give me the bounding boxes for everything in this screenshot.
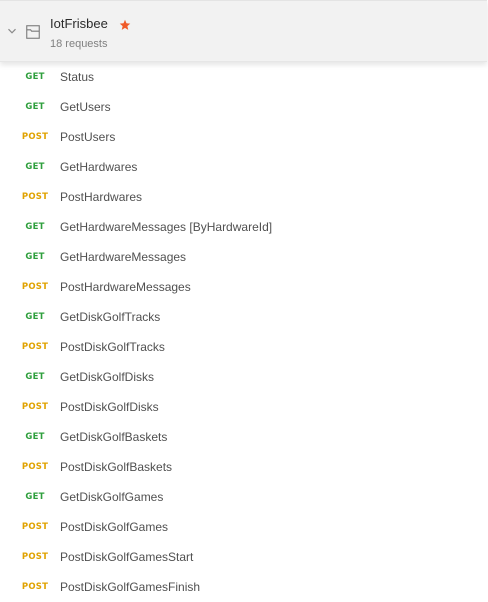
request-item[interactable]: GET GetUsers xyxy=(0,92,487,122)
request-name: GetHardwareMessages [ByHardwareId] xyxy=(60,220,273,234)
request-item[interactable]: GET Status xyxy=(0,62,487,92)
collection-header[interactable]: IotFrisbee 18 requests xyxy=(0,0,487,62)
request-item[interactable]: GET GetDiskGolfGames xyxy=(0,482,487,512)
request-item[interactable]: POST PostDiskGolfBaskets xyxy=(0,452,487,482)
request-item[interactable]: GET GetDiskGolfBaskets xyxy=(0,422,487,452)
request-name: GetDiskGolfGames xyxy=(60,490,164,504)
request-item[interactable]: GET GetHardwareMessages xyxy=(0,242,487,272)
collection-name[interactable]: IotFrisbee xyxy=(50,16,108,32)
star-icon[interactable] xyxy=(119,18,131,30)
request-item[interactable]: GET GetDiskGolfDisks xyxy=(0,362,487,392)
request-name: PostHardwareMessages xyxy=(60,280,191,294)
request-item[interactable]: POST PostUsers xyxy=(0,122,487,152)
request-item[interactable]: GET GetHardwareMessages [ByHardwareId] xyxy=(0,212,487,242)
collection-folder-icon xyxy=(26,25,40,39)
request-item[interactable]: GET GetDiskGolfTracks xyxy=(0,302,487,332)
request-name: GetHardwares xyxy=(60,160,138,174)
request-item[interactable]: POST PostDiskGolfGamesFinish xyxy=(0,572,487,602)
request-item[interactable]: POST PostDiskGolfTracks xyxy=(0,332,487,362)
request-count: 18 requests xyxy=(50,38,108,50)
request-item[interactable]: GET GetHardwares xyxy=(0,152,487,182)
request-name: GetUsers xyxy=(60,100,111,114)
request-name: PostHardwares xyxy=(60,190,143,204)
request-name: PostDiskGolfDisks xyxy=(60,400,159,414)
request-name: PostDiskGolfGamesFinish xyxy=(60,580,201,594)
request-name: PostDiskGolfBaskets xyxy=(60,460,173,474)
request-item[interactable]: POST PostHardwareMessages xyxy=(0,272,487,302)
request-name: PostDiskGolfGamesStart xyxy=(60,550,194,564)
request-name: GetDiskGolfBaskets xyxy=(60,430,168,444)
chevron-down-icon[interactable] xyxy=(6,25,18,37)
request-item[interactable]: POST PostDiskGolfDisks xyxy=(0,392,487,422)
request-item[interactable]: POST PostDiskGolfGames xyxy=(0,512,487,542)
request-item[interactable]: POST PostHardwares xyxy=(0,182,487,212)
request-name: GetHardwareMessages xyxy=(60,250,187,264)
request-name: PostUsers xyxy=(60,130,116,144)
request-item[interactable]: POST PostDiskGolfGamesStart xyxy=(0,542,487,572)
request-name: PostDiskGolfGames xyxy=(60,520,169,534)
request-name: GetDiskGolfTracks xyxy=(60,310,161,324)
request-name: Status xyxy=(60,70,95,84)
request-name: GetDiskGolfDisks xyxy=(60,370,155,384)
request-name: PostDiskGolfTracks xyxy=(60,340,165,354)
request-list: GET Status GET GetUsers POST PostUsers G… xyxy=(0,62,487,602)
